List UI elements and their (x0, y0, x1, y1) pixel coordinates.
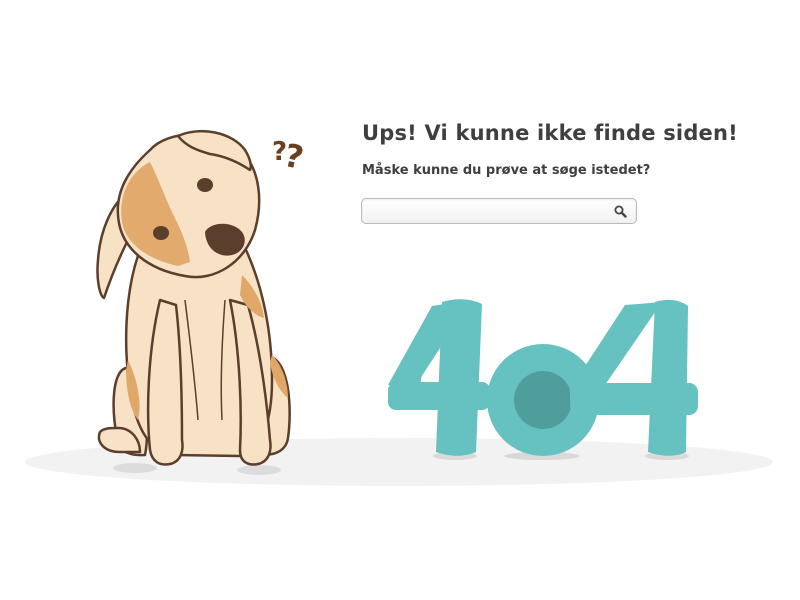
digit-four-left (388, 299, 490, 456)
digit-four-right (570, 299, 698, 456)
digit-zero-center (514, 371, 572, 429)
404-graphic (388, 299, 698, 460)
not-found-page: ? ? Ups! Vi kunne ikke finde siden! Måsk… (0, 0, 800, 600)
